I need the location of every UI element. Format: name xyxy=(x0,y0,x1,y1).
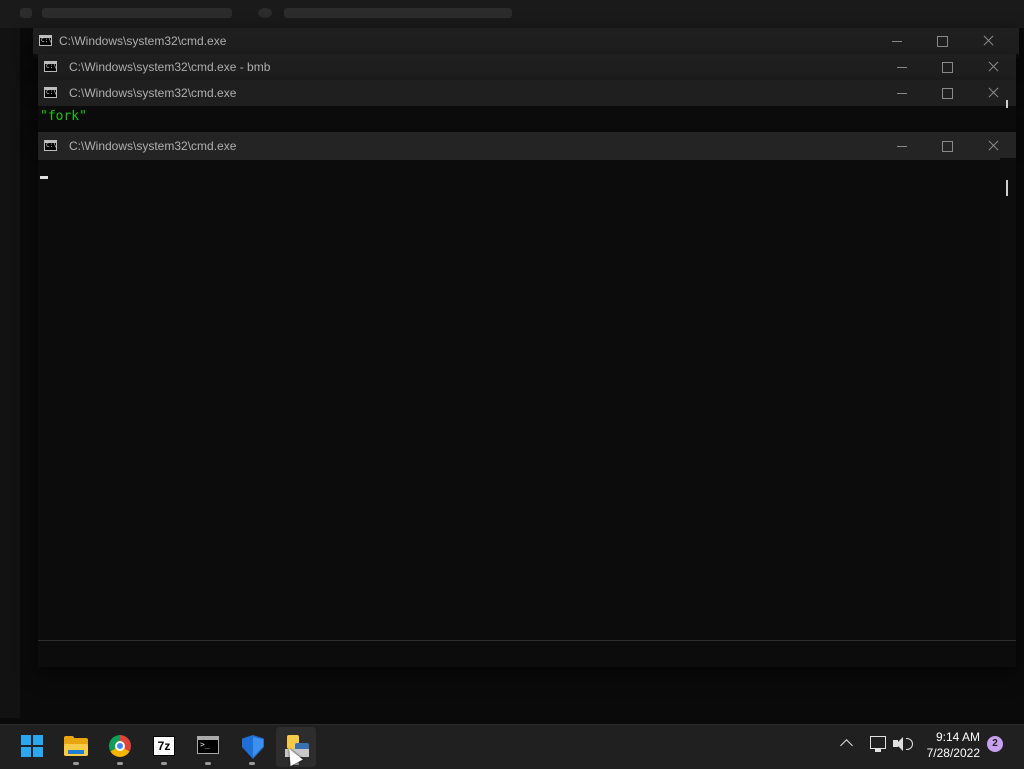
minimize-button[interactable] xyxy=(879,133,925,159)
windows-logo-icon xyxy=(21,735,43,757)
cmd-icon xyxy=(44,87,57,98)
running-indicator xyxy=(161,762,167,765)
console-output: "fork" xyxy=(40,109,87,124)
cmd-icon xyxy=(39,35,52,46)
background-window-edge xyxy=(0,28,20,718)
cmd-icon xyxy=(44,140,57,151)
scrollbar-thumb[interactable] xyxy=(1006,180,1008,196)
taskbar-7zip[interactable]: 7z xyxy=(144,725,184,769)
window-title: C:\Windows\system32\cmd.exe - bmb xyxy=(69,60,271,74)
running-indicator xyxy=(73,762,79,765)
close-button[interactable] xyxy=(970,133,1016,159)
shield-icon xyxy=(242,735,264,759)
tab-blurred xyxy=(42,8,232,18)
running-indicator xyxy=(117,762,123,765)
titlebar[interactable]: C:\Windows\system32\cmd.exe xyxy=(38,132,1016,160)
cmd-icon xyxy=(44,61,57,72)
clock-date: 7/28/2022 xyxy=(926,746,980,760)
taskbar-windows-security[interactable] xyxy=(232,725,272,769)
start-button[interactable] xyxy=(12,725,52,769)
system-clock[interactable]: 9:14 AM 7/28/2022 xyxy=(918,729,980,761)
running-indicator xyxy=(205,762,211,765)
notification-badge[interactable]: 2 xyxy=(987,736,1003,752)
scrollbar-thumb[interactable] xyxy=(1006,100,1008,108)
titlebar[interactable]: C:\Windows\system32\cmd.exe - bmb xyxy=(38,54,1016,80)
text-cursor xyxy=(40,176,48,179)
close-button[interactable] xyxy=(970,80,1016,106)
tab-icon xyxy=(258,8,272,18)
scrollbar-track[interactable] xyxy=(1000,158,1016,641)
window-title: C:\Windows\system32\cmd.exe xyxy=(59,34,227,48)
close-button[interactable] xyxy=(965,28,1011,54)
maximize-button[interactable] xyxy=(924,133,970,159)
window-title: C:\Windows\system32\cmd.exe xyxy=(69,139,237,153)
maximize-button[interactable] xyxy=(919,28,965,54)
network-icon[interactable] xyxy=(870,736,886,752)
minimize-button[interactable] xyxy=(874,28,920,54)
cmd-window-4[interactable]: C:\Windows\system32\cmd.exe xyxy=(38,132,1016,667)
maximize-button[interactable] xyxy=(924,54,970,80)
folder-icon xyxy=(64,736,88,756)
minimize-button[interactable] xyxy=(879,80,925,106)
maximize-button[interactable] xyxy=(924,80,970,106)
close-button[interactable] xyxy=(970,54,1016,80)
tab-icon xyxy=(20,8,32,18)
background-browser-tabs xyxy=(0,0,1024,28)
cmd-window-3[interactable]: C:\Windows\system32\cmd.exe "fork" xyxy=(38,80,1016,136)
window-title: C:\Windows\system32\cmd.exe xyxy=(69,86,237,100)
taskbar-command-prompt[interactable] xyxy=(188,725,228,769)
titlebar[interactable]: C:\Windows\system32\cmd.exe xyxy=(33,28,1019,54)
taskbar-file-explorer[interactable] xyxy=(56,725,96,769)
window-bottom-bar xyxy=(38,640,1016,667)
cmd-icon xyxy=(197,736,219,754)
running-indicator xyxy=(249,762,255,765)
minimize-button[interactable] xyxy=(879,54,925,80)
titlebar[interactable]: C:\Windows\system32\cmd.exe xyxy=(38,80,1016,106)
taskbar-chrome[interactable] xyxy=(100,725,140,769)
7zip-icon: 7z xyxy=(153,736,175,756)
tab-blurred xyxy=(284,8,512,18)
clock-time: 9:14 AM xyxy=(935,730,980,744)
chrome-icon xyxy=(109,735,131,757)
